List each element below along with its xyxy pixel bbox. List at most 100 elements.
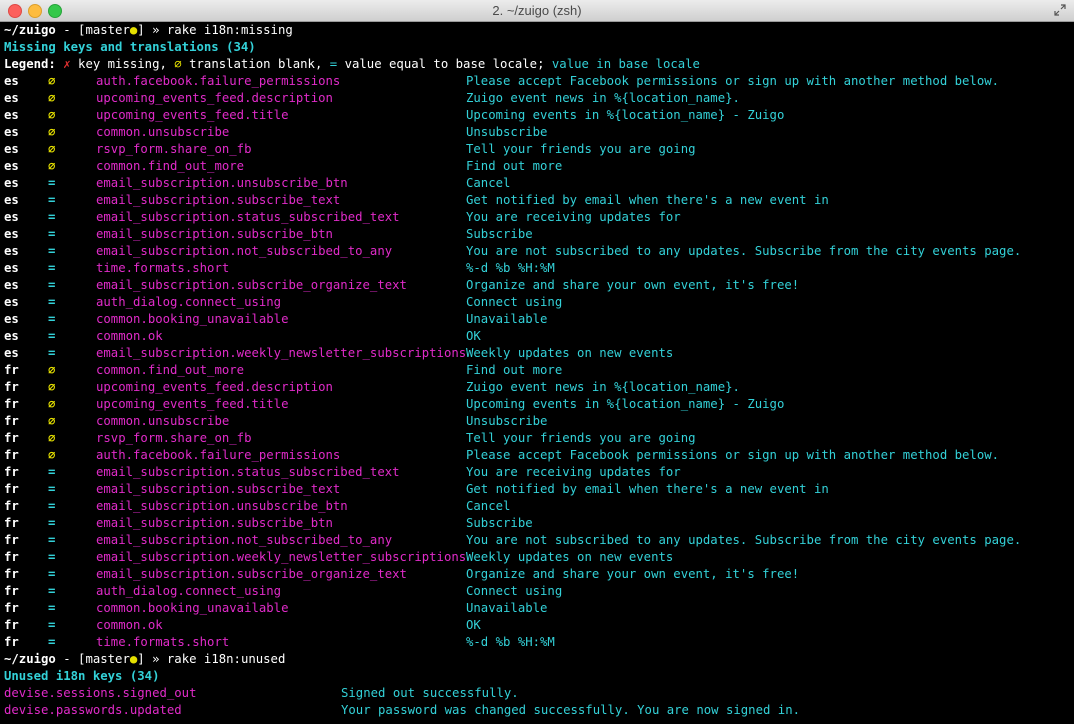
- locale-code: es: [4, 278, 19, 292]
- translation-blank-icon: ∅: [48, 74, 56, 88]
- missing-key-row: es = email_subscription.not_subscribed_to_…: [4, 243, 1074, 260]
- locale-code: fr: [4, 380, 19, 394]
- i18n-key: email_subscription.not_subscribed_to_any: [96, 533, 393, 547]
- locale-code: es: [4, 261, 19, 275]
- locale-code: es: [4, 210, 19, 224]
- base-locale-value: Cancel: [466, 176, 511, 190]
- prompt-command: rake i18n:missing: [166, 23, 293, 37]
- base-locale-value: %-d %b %H:%M: [466, 635, 555, 649]
- base-locale-value: Tell your friends you are going: [466, 142, 696, 156]
- title-bar[interactable]: 2. ~/zuigo (zsh): [0, 0, 1074, 22]
- value-equal-icon: =: [48, 618, 56, 632]
- translation-blank-icon: ∅: [48, 91, 56, 105]
- terminal-output[interactable]: ~/zuigo - [master●] » rake i18n:missing …: [0, 22, 1074, 724]
- base-locale-value: Get notified by email when there's a new…: [466, 482, 829, 496]
- base-locale-value: Please accept Facebook permissions or si…: [466, 448, 1000, 462]
- missing-key-row: es = common.booking_unavailable Unavailable: [4, 311, 1074, 328]
- missing-key-row: fr = email_subscription.subscribe_btn Subsc…: [4, 515, 1074, 532]
- i18n-key: common.unsubscribe: [96, 414, 230, 428]
- locale-code: fr: [4, 465, 19, 479]
- locale-code: es: [4, 176, 19, 190]
- base-locale-value: You are not subscribed to any updates. S…: [466, 244, 1022, 258]
- base-locale-value: Unsubscribe: [466, 125, 548, 139]
- prompt-line: ~/zuigo - [master●] » rake i18n:missing: [4, 22, 1074, 39]
- value-equal-icon: =: [48, 635, 56, 649]
- locale-code: fr: [4, 533, 19, 547]
- legend-key-missing-text: key missing,: [70, 57, 175, 71]
- missing-key-row: fr ∅ auth.facebook.failure_permissions Plea…: [4, 447, 1074, 464]
- locale-code: es: [4, 125, 19, 139]
- base-locale-value: Unsubscribe: [466, 414, 548, 428]
- i18n-key: email_subscription.subscribe_text: [96, 482, 341, 496]
- i18n-key: email_subscription.subscribe_text: [96, 193, 341, 207]
- missing-key-row: es = email_subscription.status_subscribed_…: [4, 209, 1074, 226]
- i18n-key: time.formats.short: [96, 261, 230, 275]
- i18n-key: devise.sessions.signed_out: [4, 686, 197, 700]
- key-missing-icon: ✗: [63, 57, 71, 71]
- base-locale-value: Upcoming events in %{location_name} - Zu…: [466, 108, 785, 122]
- base-locale-value: You are receiving updates for: [466, 465, 681, 479]
- value-equal-icon: =: [48, 516, 56, 530]
- locale-code: fr: [4, 431, 19, 445]
- prompt-dir: ~/zuigo: [4, 652, 56, 666]
- base-locale-value: Get notified by email when there's a new…: [466, 193, 829, 207]
- i18n-key: common.find_out_more: [96, 363, 245, 377]
- base-locale-value: Weekly updates on new events: [466, 346, 674, 360]
- translation-blank-icon: ∅: [48, 142, 56, 156]
- legend-blank-text: translation blank,: [181, 57, 330, 71]
- prompt-branch-close: ] »: [137, 652, 167, 666]
- base-locale-value: Zuigo event news in %{location_name}.: [466, 380, 740, 394]
- i18n-key: time.formats.short: [96, 635, 230, 649]
- i18n-key: common.unsubscribe: [96, 125, 230, 139]
- translation-blank-icon: ∅: [48, 431, 56, 445]
- prompt-line: ~/zuigo - [master●] » rake i18n:unused: [4, 651, 1074, 668]
- missing-key-row: es = email_subscription.unsubscribe_btn Can…: [4, 175, 1074, 192]
- locale-code: fr: [4, 482, 19, 496]
- i18n-key: auth.facebook.failure_permissions: [96, 448, 341, 462]
- i18n-key: rsvp_form.share_on_fb: [96, 431, 252, 445]
- value-equal-icon: =: [48, 278, 56, 292]
- value-equal-icon: =: [48, 176, 56, 190]
- base-locale-value: Find out more: [466, 363, 563, 377]
- unused-header: Unused i18n keys (34): [4, 669, 160, 683]
- i18n-key: common.ok: [96, 618, 163, 632]
- i18n-key: common.find_out_more: [96, 159, 245, 173]
- missing-key-row: fr = email_subscription.subscribe_organize…: [4, 566, 1074, 583]
- i18n-key: email_subscription.weekly_newsletter_sub…: [96, 550, 467, 564]
- missing-key-row: fr ∅ upcoming_events_feed.description Zuigo…: [4, 379, 1074, 396]
- i18n-key: email_subscription.subscribe_organize_te…: [96, 278, 407, 292]
- missing-key-row: fr ∅ upcoming_events_feed.title Upcoming ev…: [4, 396, 1074, 413]
- missing-key-row: es ∅ auth.facebook.failure_permissions Plea…: [4, 73, 1074, 90]
- i18n-key: common.booking_unavailable: [96, 601, 289, 615]
- missing-key-row: es ∅ upcoming_events_feed.description Zuigo…: [4, 90, 1074, 107]
- missing-key-row: es = email_subscription.weekly_newsletter_…: [4, 345, 1074, 362]
- i18n-key: common.ok: [96, 329, 163, 343]
- i18n-key: email_subscription.unsubscribe_btn: [96, 176, 348, 190]
- missing-key-row: es ∅ common.unsubscribe Unsubscribe: [4, 124, 1074, 141]
- fullscreen-icon[interactable]: [1054, 4, 1066, 16]
- i18n-key: upcoming_events_feed.description: [96, 380, 333, 394]
- locale-code: fr: [4, 635, 19, 649]
- missing-key-row: fr = common.booking_unavailable Unavailable: [4, 600, 1074, 617]
- missing-key-row: es = common.ok OK: [4, 328, 1074, 345]
- unused-keys-list: devise.sessions.signed_out Signed out suc…: [4, 685, 1074, 719]
- locale-code: es: [4, 244, 19, 258]
- legend-equal-text: value equal to base locale;: [337, 57, 552, 71]
- value-equal-icon: =: [48, 550, 56, 564]
- i18n-key: email_subscription.status_subscribed_tex…: [96, 210, 400, 224]
- value-equal-icon: =: [48, 346, 56, 360]
- locale-code: es: [4, 227, 19, 241]
- locale-code: fr: [4, 363, 19, 377]
- missing-key-row: es = email_subscription.subscribe_text Get …: [4, 192, 1074, 209]
- missing-key-row: fr = time.formats.short %-d %b %H:%M: [4, 634, 1074, 651]
- locale-code: es: [4, 312, 19, 326]
- translation-blank-icon: ∅: [48, 159, 56, 173]
- legend-label: Legend:: [4, 57, 64, 71]
- key-value: Signed out successfully.: [341, 686, 519, 700]
- value-equal-icon: =: [48, 533, 56, 547]
- base-locale-value: Weekly updates on new events: [466, 550, 674, 564]
- missing-key-row: es = time.formats.short %-d %b %H:%M: [4, 260, 1074, 277]
- i18n-key: upcoming_events_feed.title: [96, 397, 289, 411]
- prompt-branch-open: - [master: [55, 23, 130, 37]
- legend-line: Legend: ✗ key missing, ∅ translation bla…: [4, 56, 1074, 73]
